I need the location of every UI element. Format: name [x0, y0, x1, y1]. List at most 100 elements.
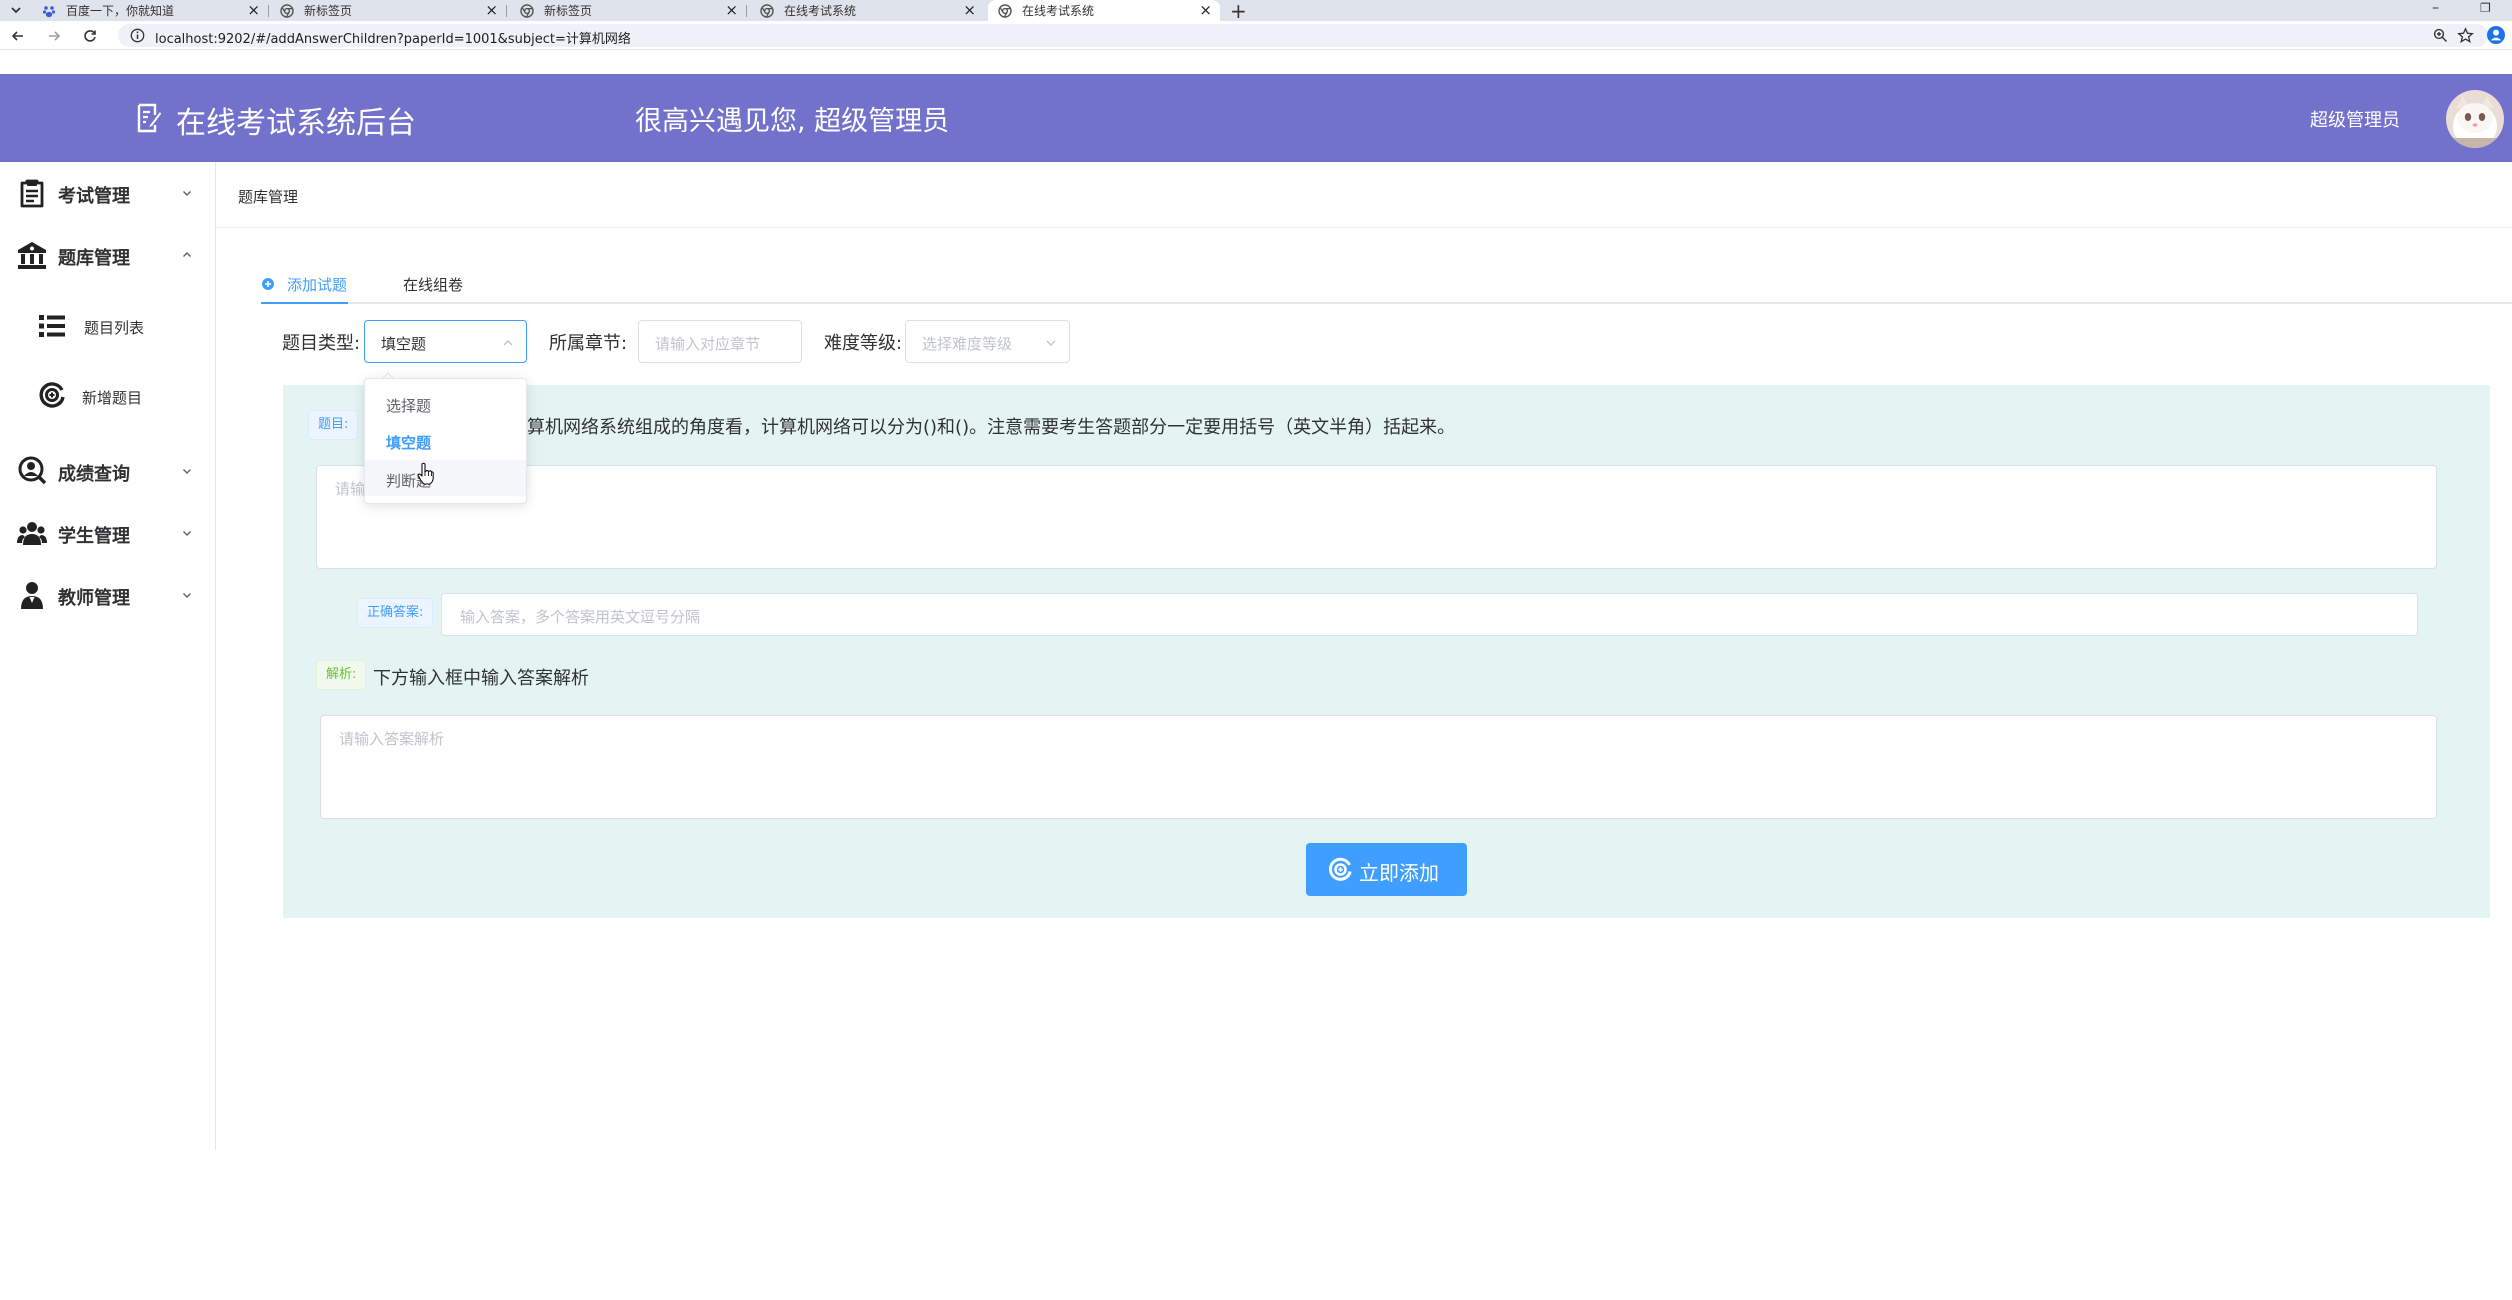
close-icon[interactable]: × [963, 2, 976, 19]
browser-tab-exam-1[interactable]: 在线考试系统 × [750, 0, 984, 21]
tab-separator [268, 5, 269, 17]
breadcrumb: 题库管理 [238, 188, 299, 206]
edit-document-icon [137, 103, 161, 133]
chevron-down-icon [183, 531, 191, 536]
difficulty-label: 难度等级: [824, 333, 903, 354]
sidebar-item-teacher-management[interactable]: 教师管理 [0, 575, 215, 615]
option-label: 选择题 [386, 397, 432, 415]
browser-tab-exam-active[interactable]: 在线考试系统 × [988, 0, 1220, 21]
tab-add-question[interactable]: 添加试题 [261, 274, 351, 302]
close-icon[interactable]: × [247, 2, 260, 19]
chapter-label: 所属章节: [549, 333, 628, 354]
forward-icon[interactable] [46, 28, 62, 44]
teacher-icon [21, 582, 43, 609]
browser-tab-title: 百度一下，你就知道 [66, 4, 175, 18]
dropdown-option-fill-blank[interactable]: 填空题 [365, 422, 526, 458]
close-icon[interactable]: × [725, 2, 738, 19]
welcome-message: 很高兴遇见您, 超级管理员 [635, 106, 950, 137]
sidebar-item-exam-management[interactable]: 考试管理 [0, 173, 215, 213]
sidebar-item-label: 学生管理 [58, 526, 130, 547]
chevron-down-icon [183, 469, 191, 474]
reload-icon[interactable] [82, 28, 98, 44]
question-textarea[interactable]: 请输 [316, 465, 2437, 569]
sidebar: 考试管理 题库管理 题目列表 新增题目 成绩查询 学生管理 教师管理 [0, 162, 216, 1150]
submit-label: 立即添加 [1359, 863, 1439, 885]
add-circle-icon [1329, 857, 1352, 881]
app-header: 在线考试系统后台 很高兴遇见您, 超级管理员 超级管理员 [0, 74, 2512, 162]
browser-tab-title: 在线考试系统 [784, 4, 857, 18]
zoom-icon[interactable] [2433, 28, 2448, 43]
dropdown-option-true-false[interactable]: 判断题 [365, 460, 526, 496]
back-icon[interactable] [10, 28, 26, 44]
sidebar-item-label: 成绩查询 [58, 464, 130, 485]
tab-search-icon[interactable] [6, 2, 26, 18]
globe-icon [760, 3, 774, 18]
chevron-up-icon [503, 340, 513, 346]
question-type-dropdown: 选择题 填空题 判断题 [364, 378, 527, 504]
globe-icon [998, 3, 1012, 18]
chevron-down-icon [183, 191, 191, 196]
sidebar-item-add-question[interactable]: 新增题目 [0, 375, 215, 415]
answer-input[interactable]: 输入答案，多个答案用英文逗号分隔 [441, 593, 2418, 636]
profile-icon[interactable] [2486, 25, 2506, 45]
sidebar-item-label: 考试管理 [58, 186, 130, 207]
search-user-icon [18, 456, 47, 485]
question-hint: 算机网络系统组成的角度看，计算机网络可以分为()和()。注意需要考生答题部分一定… [527, 417, 1456, 438]
chrome-icon [280, 3, 294, 18]
tab-separator [746, 5, 747, 17]
content-tabs: 添加试题 在线组卷 [261, 268, 2512, 304]
baidu-icon [42, 5, 56, 17]
sidebar-item-question-bank[interactable]: 题库管理 [0, 235, 215, 275]
browser-tab-strip: 百度一下，你就知道 × 新标签页 × 新标签页 × 在线考试系统 × 在线考试系… [0, 0, 2512, 23]
browser-tab-title: 新标签页 [304, 4, 353, 18]
chevron-down-icon [183, 593, 191, 598]
avatar[interactable] [2446, 90, 2504, 148]
tab-label: 添加试题 [287, 276, 348, 294]
browser-tab-title: 在线考试系统 [1022, 4, 1095, 18]
info-icon[interactable] [130, 28, 145, 43]
divider [217, 227, 2512, 228]
star-icon[interactable] [2457, 27, 2474, 44]
active-tab-indicator [261, 302, 348, 304]
dropdown-option-choice[interactable]: 选择题 [365, 385, 526, 421]
app-title: 在线考试系统后台 [176, 106, 416, 141]
url-field[interactable]: localhost:9202/#/addAnswerChildren?paper… [118, 24, 2488, 47]
restore-button[interactable]: ❐ [2480, 0, 2491, 16]
sidebar-item-student-management[interactable]: 学生管理 [0, 513, 215, 553]
chevron-down-icon [1046, 340, 1056, 346]
add-circle-icon [39, 382, 65, 408]
browser-tab-newtab-2[interactable]: 新标签页 × [510, 0, 746, 21]
tab-online-paper[interactable]: 在线组卷 [403, 274, 473, 302]
answer-placeholder: 输入答案，多个答案用英文逗号分隔 [460, 608, 701, 626]
users-icon [17, 522, 47, 545]
close-icon[interactable]: × [1199, 2, 1212, 19]
chrome-icon [520, 3, 534, 18]
submit-button[interactable]: 立即添加 [1306, 843, 1467, 896]
chapter-input[interactable]: 请输入对应章节 [638, 320, 802, 363]
analysis-placeholder: 请输入答案解析 [339, 730, 445, 748]
url-text: localhost:9202/#/addAnswerChildren?paper… [155, 32, 631, 47]
sidebar-item-label: 新增题目 [82, 389, 143, 407]
difficulty-select[interactable]: 选择难度等级 [905, 320, 1070, 363]
close-icon[interactable]: × [485, 2, 498, 19]
new-tab-button[interactable]: + [1230, 0, 1247, 23]
question-placeholder: 请输 [335, 480, 366, 498]
browser-tab-baidu[interactable]: 百度一下，你就知道 × [32, 0, 268, 21]
plus-circle-icon [262, 278, 274, 290]
bank-icon [18, 242, 46, 269]
sidebar-item-label: 题库管理 [58, 248, 130, 269]
user-name[interactable]: 超级管理员 [2310, 106, 2400, 132]
chapter-placeholder: 请输入对应章节 [655, 335, 761, 353]
sidebar-item-label: 教师管理 [58, 588, 130, 609]
minimize-button[interactable]: – [2432, 0, 2439, 16]
option-label: 填空题 [386, 434, 432, 452]
sidebar-item-score-query[interactable]: 成绩查询 [0, 451, 215, 491]
difficulty-placeholder: 选择难度等级 [922, 335, 1013, 353]
question-tag: 题目: [308, 410, 359, 440]
sidebar-item-question-list[interactable]: 题目列表 [0, 305, 215, 345]
question-type-value: 填空题 [381, 335, 427, 353]
browser-tab-newtab-1[interactable]: 新标签页 × [270, 0, 506, 21]
question-type-select[interactable]: 填空题 [364, 320, 527, 363]
list-icon [39, 315, 65, 337]
analysis-textarea[interactable]: 请输入答案解析 [320, 715, 2437, 819]
